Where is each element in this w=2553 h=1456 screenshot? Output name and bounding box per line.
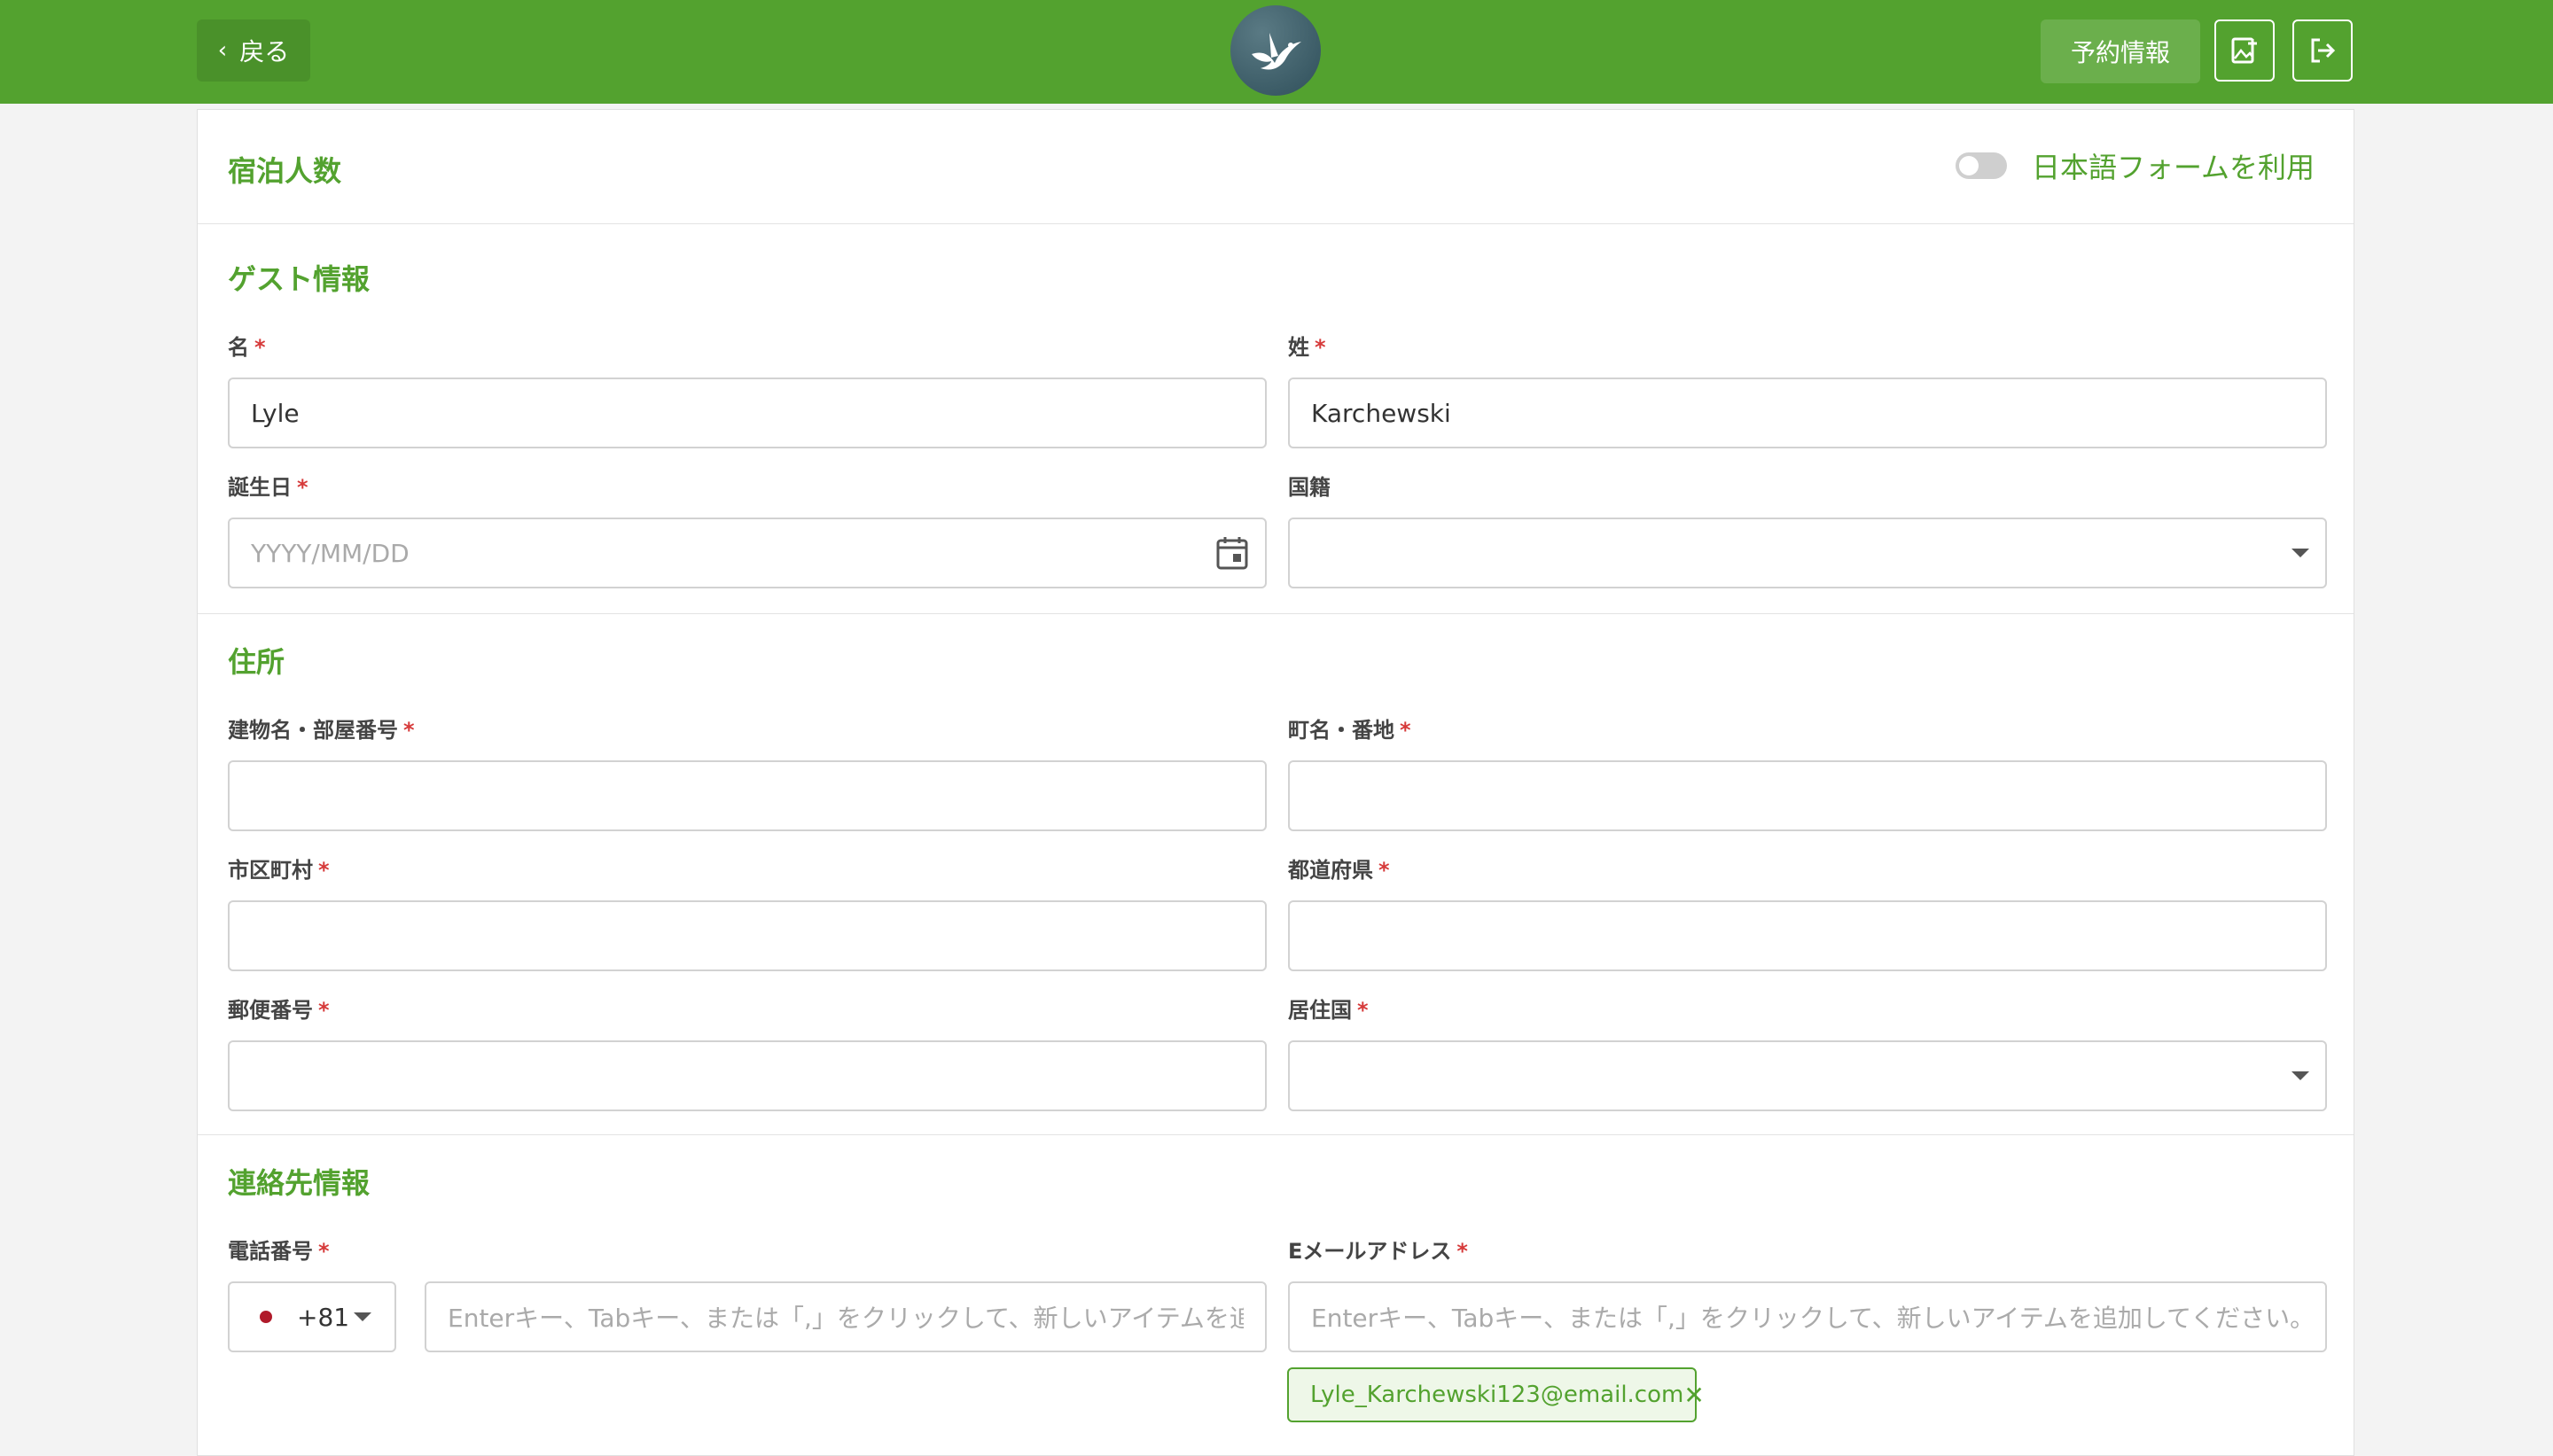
phone-input[interactable]: Enterキー、Tabキー、または「,」をクリックして、新しいアイテムを追加して…: [425, 1281, 1267, 1352]
close-icon[interactable]: ✕: [1683, 1381, 1704, 1410]
last-name-label: 姓 *: [1288, 335, 1326, 360]
back-button-label: 戻る: [239, 37, 290, 66]
divider: [198, 613, 2354, 614]
nationality-label: 国籍: [1288, 475, 1331, 500]
reservation-info-button[interactable]: 予約情報: [2041, 19, 2200, 83]
city-input[interactable]: [228, 900, 1267, 971]
reservation-info-label: 予約情報: [2070, 38, 2170, 67]
prefecture-input[interactable]: [1288, 900, 2327, 971]
chevron-down-icon: [2291, 549, 2309, 557]
chevron-down-icon: [354, 1312, 371, 1321]
nationality-select[interactable]: [1288, 518, 2327, 588]
chevron-down-icon: [2291, 1071, 2309, 1080]
country-code-select[interactable]: +81: [228, 1281, 396, 1352]
birthdate-input[interactable]: YYYY/MM/DD: [228, 518, 1267, 588]
section-title-address: 住所: [228, 645, 285, 679]
last-name-input[interactable]: Karchewski: [1288, 378, 2327, 448]
country-label: 居住国 *: [1288, 998, 1369, 1023]
prefecture-label: 都道府県 *: [1288, 858, 1390, 883]
first-name-input[interactable]: Lyle: [228, 378, 1267, 448]
back-button[interactable]: ‹ 戻る: [197, 19, 310, 82]
phone-label: 電話番号 *: [228, 1239, 330, 1264]
top-bar: ‹ 戻る 予約情報: [0, 0, 2553, 104]
building-label: 建物名・部屋番号 *: [228, 718, 415, 743]
japanese-form-toggle-label: 日本語フォームを利用: [2031, 151, 2315, 184]
city-label: 市区町村 *: [228, 858, 330, 883]
add-photo-button[interactable]: [2214, 19, 2275, 82]
brand-logo: [1230, 5, 1321, 96]
street-input[interactable]: [1288, 760, 2327, 831]
email-label: Eメールアドレス *: [1288, 1239, 1468, 1264]
section-title-guest-info: ゲスト情報: [228, 262, 371, 296]
bird-icon: [1252, 33, 1301, 70]
japanese-form-toggle[interactable]: [1955, 152, 2007, 179]
first-name-label: 名 *: [228, 335, 266, 360]
japan-flag-icon: [260, 1311, 272, 1323]
section-title-guests: 宿泊人数: [228, 154, 342, 188]
logout-button[interactable]: [2292, 19, 2353, 82]
chevron-left-icon: ‹: [217, 37, 228, 64]
divider: [198, 223, 2354, 224]
logout-icon: [2311, 38, 2336, 63]
birthdate-label: 誕生日 *: [228, 475, 308, 500]
divider: [198, 1134, 2354, 1135]
email-input[interactable]: Enterキー、Tabキー、または「,」をクリックして、新しいアイテムを追加して…: [1288, 1281, 2327, 1352]
image-add-icon: [2231, 37, 2257, 64]
postal-code-label: 郵便番号 *: [228, 998, 330, 1023]
building-input[interactable]: [228, 760, 1267, 831]
email-chip: Lyle_Karchewski123@email.com ✕: [1287, 1367, 1705, 1422]
section-title-contact: 連絡先情報: [228, 1166, 371, 1200]
street-label: 町名・番地 *: [1288, 718, 1411, 743]
postal-code-input[interactable]: [228, 1040, 1267, 1111]
japanese-form-toggle-group: 日本語フォームを利用: [1955, 145, 2315, 186]
checkin-form-card: 宿泊人数 日本語フォームを利用 ゲスト情報 名 * Lyle 姓 * Karchew…: [197, 109, 2354, 1456]
calendar-icon[interactable]: [1215, 535, 1249, 571]
country-select[interactable]: [1288, 1040, 2327, 1111]
